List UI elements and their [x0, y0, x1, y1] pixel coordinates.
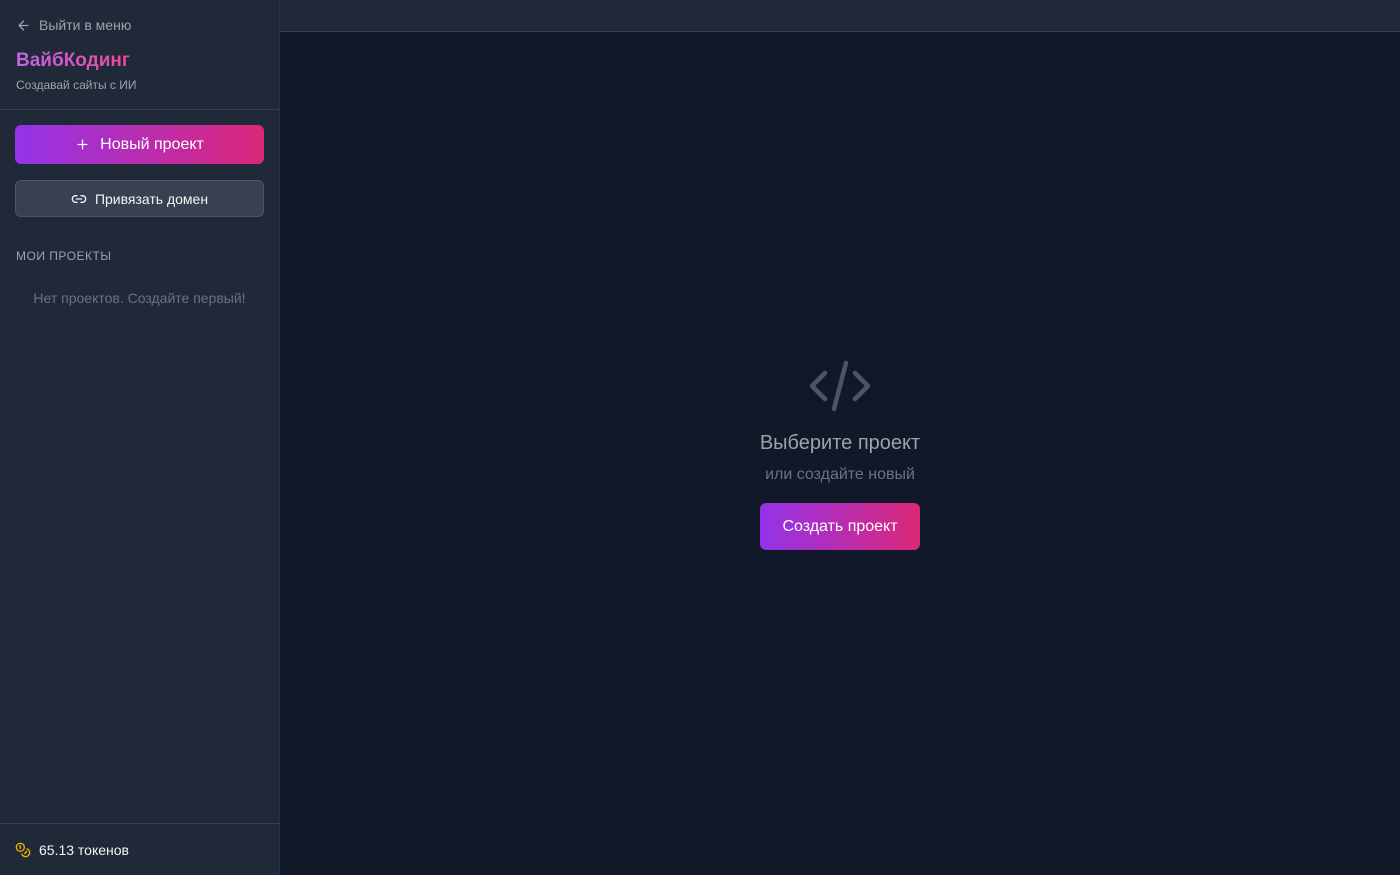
- token-balance: 65.13 токенов: [0, 823, 279, 875]
- coins-icon: [15, 842, 31, 857]
- code-icon: [809, 360, 871, 412]
- sidebar-header: Выйти в меню ВайбКодинг Создавай сайты с…: [0, 0, 279, 110]
- empty-state-title: Выберите проект: [759, 432, 921, 454]
- app-root: Выйти в меню ВайбКодинг Создавай сайты с…: [0, 0, 1400, 875]
- bind-domain-label: Привязать домен: [94, 190, 209, 207]
- create-project-button[interactable]: Создать проект: [760, 503, 920, 550]
- exit-to-menu-link[interactable]: Выйти в меню: [16, 16, 263, 34]
- brand-tagline: Создавай сайты с ИИ: [16, 78, 137, 92]
- empty-state-subtitle: или создайте новый: [765, 466, 915, 483]
- exit-to-menu-label: Выйти в меню: [39, 17, 132, 33]
- top-bar: [280, 0, 1400, 32]
- new-project-button[interactable]: Новый проект: [15, 125, 264, 164]
- arrow-left-icon: [18, 20, 29, 30]
- link-icon: [71, 194, 87, 203]
- bind-domain-button[interactable]: Привязать домен: [15, 180, 264, 217]
- projects-empty-message: Нет проектов. Создайте первый!: [33, 290, 246, 306]
- projects-section-title: МОИ ПРОЕКТЫ: [16, 249, 112, 263]
- plus-icon: [77, 139, 88, 150]
- sidebar: Выйти в меню ВайбКодинг Создавай сайты с…: [0, 0, 280, 875]
- brand-title: ВайбКодинг: [16, 50, 130, 71]
- new-project-label: Новый проект: [100, 135, 204, 153]
- main-panel: Выберите проект или создайте новый Созда…: [280, 0, 1400, 875]
- empty-state: Выберите проект или создайте новый Созда…: [280, 360, 1400, 550]
- token-balance-label: 65.13 токенов: [39, 841, 129, 858]
